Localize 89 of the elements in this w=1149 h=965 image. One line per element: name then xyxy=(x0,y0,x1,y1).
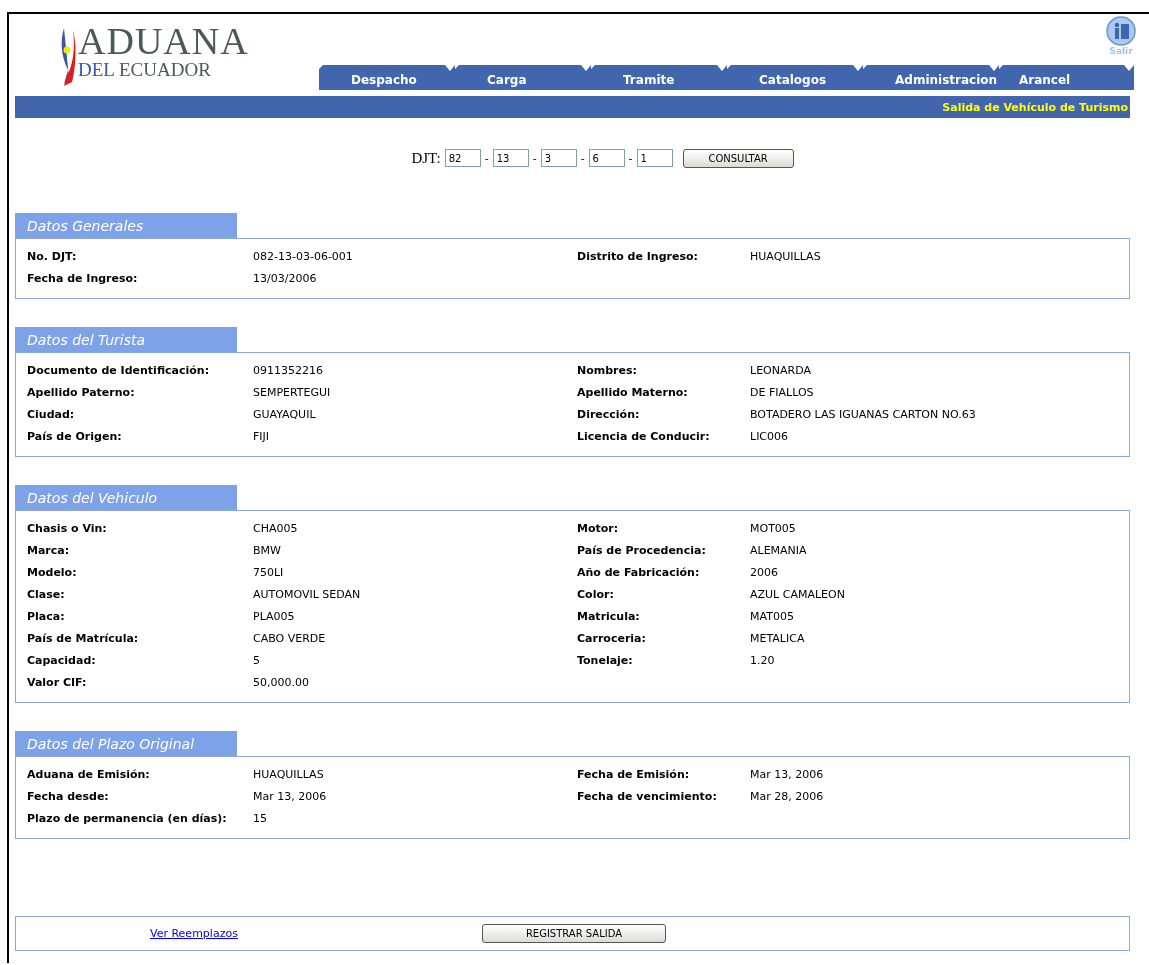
field-value: BOTADERO LAS IGUANAS CARTON NO.63 xyxy=(750,407,977,423)
djt-field[interactable]: 13 xyxy=(492,149,529,167)
page-title: Salida de Vehículo de Turismo xyxy=(942,100,1129,114)
field-label: Apellido Paterno: xyxy=(27,385,136,401)
field-label: Fecha de vencimiento: xyxy=(577,789,718,805)
field-value: AUTOMOVIL SEDAN xyxy=(253,587,362,603)
field-label: Capacidad: xyxy=(27,653,97,669)
field-value: 082-13-03-06-001 xyxy=(253,249,354,265)
register-exit-button[interactable]: REGISTRAR SALIDA xyxy=(482,924,666,943)
field-value: BMW xyxy=(253,543,282,559)
field-value: CABO VERDE xyxy=(253,631,327,647)
field-value: LIC006 xyxy=(750,429,790,445)
exit-door-icon xyxy=(1106,16,1136,46)
field-value: 750LI xyxy=(253,565,285,581)
nav-tab[interactable]: Despacho xyxy=(319,65,455,90)
field-value: DE FIALLOS xyxy=(750,385,815,401)
section-header: Datos Generales xyxy=(15,213,237,238)
field-value: 2006 xyxy=(750,565,779,581)
djt-field[interactable]: 6 xyxy=(588,149,625,167)
nav-tab[interactable]: Tramite xyxy=(591,65,727,90)
logo-title: ADUANA xyxy=(78,24,249,58)
field-value: 13/03/2006 xyxy=(253,271,318,287)
field-label: País de Origen: xyxy=(27,429,123,445)
field-value: Mar 28, 2006 xyxy=(750,789,825,805)
section-header: Datos del Plazo Original xyxy=(15,731,237,756)
separator-text: - xyxy=(628,151,633,165)
field-label: Distrito de Ingreso: xyxy=(577,249,699,265)
field-label: Ciudad: xyxy=(27,407,76,423)
field-label: Placa: xyxy=(27,609,66,625)
field-label: Nombres: xyxy=(577,363,638,379)
field-label: Fecha de Ingreso: xyxy=(27,271,139,287)
field-value: 15 xyxy=(253,811,268,827)
field-label: País de Procedencia: xyxy=(577,543,707,559)
field-label: Tonelaje: xyxy=(577,653,634,669)
field-label: Chasis o Vin: xyxy=(27,521,108,537)
nav-tab[interactable]: Carga xyxy=(455,65,591,90)
field-value: Mar 13, 2006 xyxy=(253,789,328,805)
field-value: HUAQUILLAS xyxy=(750,249,822,265)
field-value: GUAYAQUIL xyxy=(253,407,317,423)
field-value: MOT005 xyxy=(750,521,797,537)
field-value: SEMPERTEGUI xyxy=(253,385,332,401)
field-value: 50,000.00 xyxy=(253,675,310,691)
field-value: 5 xyxy=(253,653,261,669)
field-label: Valor CIF: xyxy=(27,675,88,691)
field-label: Fecha desde: xyxy=(27,789,110,805)
field-value: FIJI xyxy=(253,429,271,445)
field-value: 1.20 xyxy=(750,653,776,669)
field-label: Marca: xyxy=(27,543,71,559)
field-label: Aduana de Emisión: xyxy=(27,767,151,783)
field-label: País de Matrícula: xyxy=(27,631,140,647)
replacements-link[interactable]: Ver Reemplazos xyxy=(150,927,238,940)
field-label: Clase: xyxy=(27,587,66,603)
separator-text: - xyxy=(484,151,489,165)
nav-tab[interactable]: Arancel xyxy=(999,65,1134,90)
djt-label: DJT: xyxy=(411,149,441,167)
field-label: Matricula: xyxy=(577,609,641,625)
field-label: Licencia de Conducir: xyxy=(577,429,711,445)
separator-text: - xyxy=(532,151,537,165)
field-label: Motor: xyxy=(577,521,620,537)
separator-text: - xyxy=(580,151,585,165)
field-label: Modelo: xyxy=(27,565,78,581)
logo-subtitle: DEL ECUADOR xyxy=(78,58,212,82)
field-value: AZUL CAMALEON xyxy=(750,587,846,603)
field-label: Apellido Materno: xyxy=(577,385,689,401)
field-label: Documento de Identificación: xyxy=(27,363,211,379)
field-value: LEONARDA xyxy=(750,363,812,379)
field-value: METALICA xyxy=(750,631,806,647)
field-value: 0911352216 xyxy=(253,363,324,379)
field-label: No. DJT: xyxy=(27,249,78,265)
field-label: Fecha de Emisión: xyxy=(577,767,691,783)
field-label: Año de Fabricación: xyxy=(577,565,701,581)
field-value: MAT005 xyxy=(750,609,795,625)
djt-field[interactable]: 1 xyxy=(636,149,673,167)
nav-tab[interactable]: Administracion xyxy=(863,65,999,90)
field-value: HUAQUILLAS xyxy=(253,767,325,783)
field-value: PLA005 xyxy=(253,609,296,625)
field-value: ALEMANIA xyxy=(750,543,808,559)
section-header: Datos del Vehiculo xyxy=(15,485,237,510)
field-label: Dirección: xyxy=(577,407,641,423)
nav-tab[interactable]: Catalogos xyxy=(727,65,863,90)
djt-field[interactable]: 3 xyxy=(540,149,577,167)
field-label: Color: xyxy=(577,587,615,603)
consult-button[interactable]: CONSULTAR xyxy=(682,148,794,168)
field-value: Mar 13, 2006 xyxy=(750,767,825,783)
field-value: CHA005 xyxy=(253,521,299,537)
djt-field[interactable]: 82 xyxy=(444,149,481,167)
section-header: Datos del Turista xyxy=(15,327,237,352)
field-label: Carroceria: xyxy=(577,631,647,647)
field-label: Plazo de permanencia (en días): xyxy=(27,811,228,827)
